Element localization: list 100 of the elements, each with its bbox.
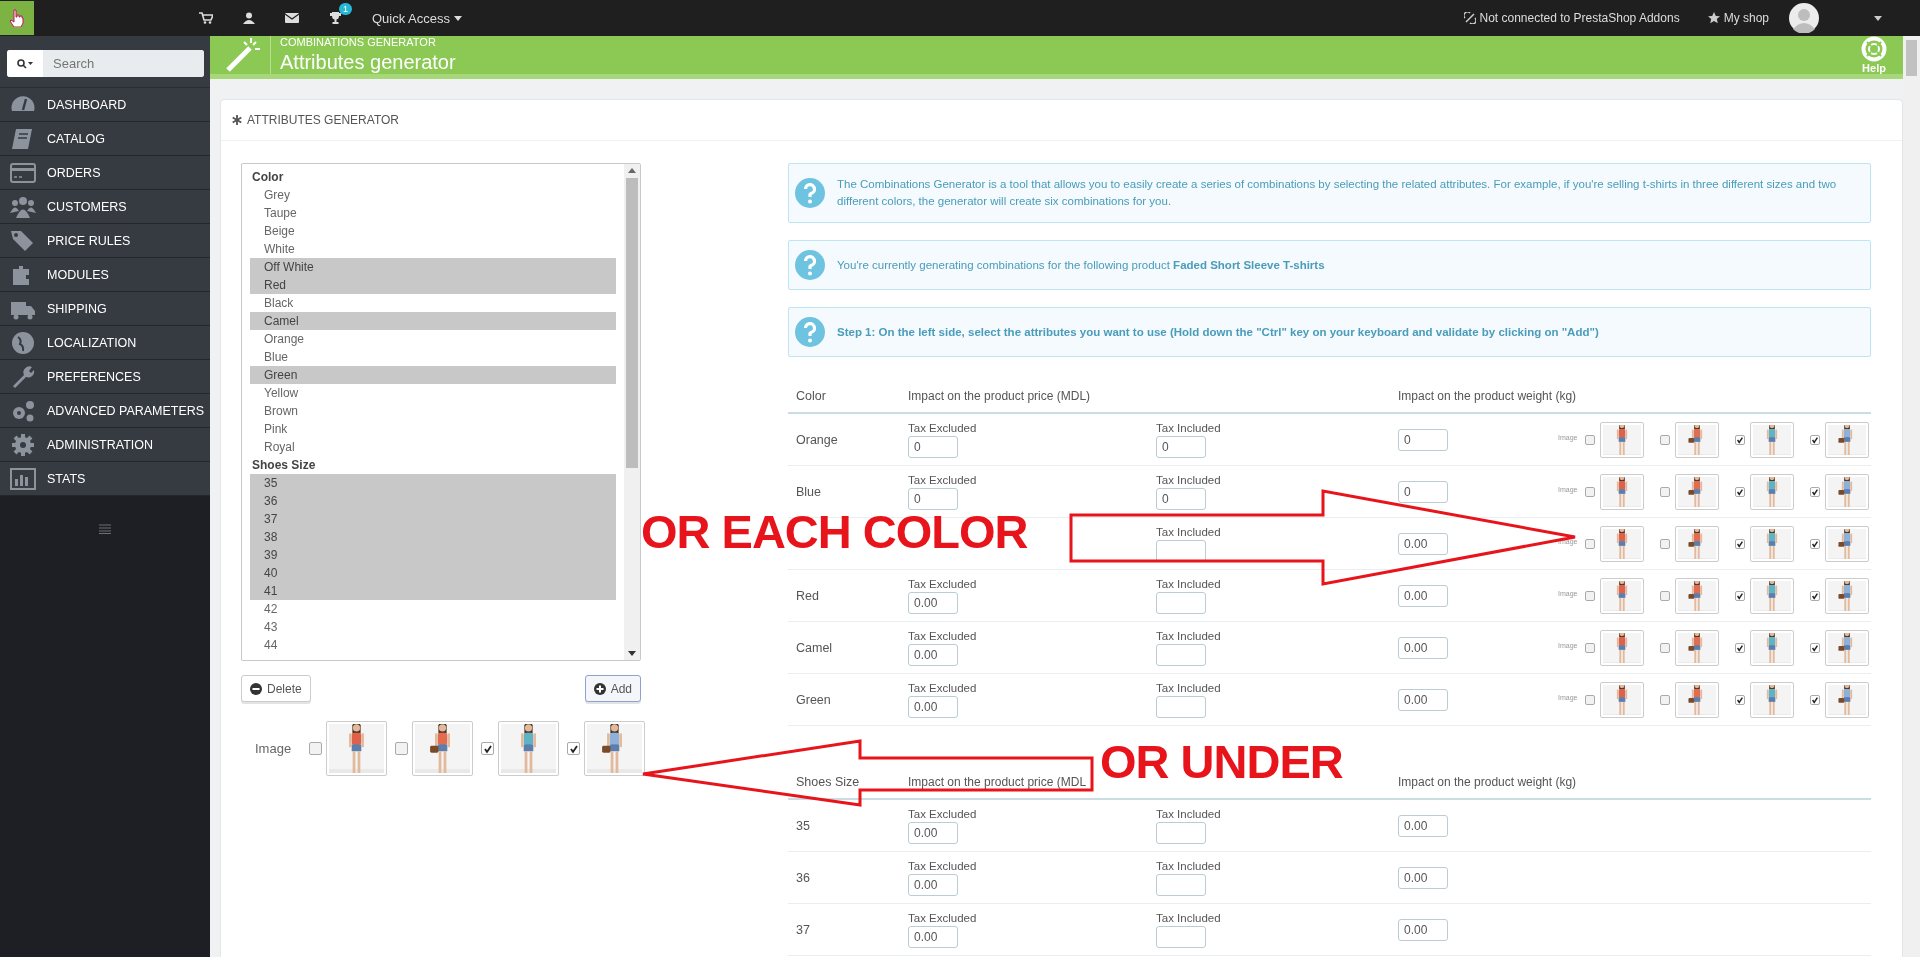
search-icon[interactable]: [7, 50, 43, 77]
menu-item[interactable]: SHIPPING: [0, 292, 210, 326]
text-field[interactable]: 0: [1398, 428, 1448, 451]
checkbox[interactable]: [1660, 642, 1671, 653]
trophy-icon[interactable]: [329, 11, 342, 25]
text-field[interactable]: 0.00: [1398, 814, 1448, 837]
list-option[interactable]: Blue: [250, 348, 616, 366]
list-option[interactable]: Red: [250, 276, 616, 294]
text-field[interactable]: [1156, 925, 1206, 948]
list-option[interactable]: 41: [250, 582, 616, 600]
text-field[interactable]: [1156, 591, 1206, 614]
text-field[interactable]: [1156, 539, 1206, 562]
checkbox[interactable]: [1660, 590, 1671, 601]
text-field[interactable]: 0.00: [1398, 532, 1448, 555]
checkbox[interactable]: [1810, 486, 1821, 497]
avatar-icon[interactable]: [1789, 3, 1819, 33]
checkbox[interactable]: [1810, 434, 1821, 445]
menu-item[interactable]: LOCALIZATION: [0, 326, 210, 360]
checkbox[interactable]: [1585, 434, 1596, 445]
text-field[interactable]: 0.00: [1398, 584, 1448, 607]
text-field[interactable]: [1156, 821, 1206, 844]
list-option[interactable]: Black: [250, 294, 616, 312]
text-field[interactable]: [1156, 873, 1206, 896]
checkbox[interactable]: [1810, 590, 1821, 601]
menu-item[interactable]: ADVANCED PARAMETERS: [0, 394, 210, 428]
add-button[interactable]: Add: [584, 675, 641, 702]
list-option[interactable]: 37: [250, 510, 616, 528]
list-option[interactable]: White: [250, 240, 616, 258]
checkbox[interactable]: [1660, 486, 1671, 497]
checkbox[interactable]: [1735, 694, 1746, 705]
list-option[interactable]: Brown: [250, 402, 616, 420]
checkbox[interactable]: [1735, 538, 1746, 549]
menu-item[interactable]: DASHBOARD: [0, 88, 210, 122]
checkbox[interactable]: [1585, 694, 1596, 705]
checkbox[interactable]: [1585, 486, 1596, 497]
checkbox[interactable]: [1660, 538, 1671, 549]
checkbox[interactable]: [1735, 434, 1746, 445]
checkbox[interactable]: [1735, 642, 1746, 653]
text-field[interactable]: 0.00: [1398, 866, 1448, 889]
list-option[interactable]: Orange: [250, 330, 616, 348]
list-option[interactable]: Beige: [250, 222, 616, 240]
text-field[interactable]: 0.00: [908, 821, 958, 844]
checkbox[interactable]: [1660, 694, 1671, 705]
checkbox[interactable]: [1585, 642, 1596, 653]
text-field[interactable]: 0: [1156, 487, 1206, 510]
scroll-down-icon[interactable]: [628, 651, 636, 656]
text-field[interactable]: 0.00: [908, 643, 958, 666]
menu-item[interactable]: CUSTOMERS: [0, 190, 210, 224]
user-icon[interactable]: [243, 12, 255, 24]
checkbox[interactable]: [395, 742, 409, 755]
list-option[interactable]: Camel: [250, 312, 616, 330]
text-field[interactable]: 0.00: [1398, 688, 1448, 711]
text-field[interactable]: 0: [1156, 435, 1206, 458]
text-field[interactable]: 0.00: [908, 695, 958, 718]
list-option[interactable]: 43: [250, 618, 616, 636]
text-field[interactable]: 0: [1398, 480, 1448, 503]
list-option[interactable]: 39: [250, 546, 616, 564]
menu-item[interactable]: MODULES: [0, 258, 210, 292]
list-option[interactable]: 42: [250, 600, 616, 618]
checkbox[interactable]: [1810, 694, 1821, 705]
list-option[interactable]: 36: [250, 492, 616, 510]
quick-access-menu[interactable]: Quick Access: [372, 10, 463, 26]
scroll-up-icon[interactable]: [628, 168, 636, 173]
text-field[interactable]: 0.00: [908, 591, 958, 614]
text-field[interactable]: 0.00: [908, 873, 958, 896]
checkbox[interactable]: [1660, 434, 1671, 445]
checkbox[interactable]: [1735, 486, 1746, 497]
hand-icon[interactable]: [0, 1, 34, 35]
menu-icon[interactable]: [99, 524, 111, 534]
menu-item[interactable]: CATALOG: [0, 122, 210, 156]
list-option[interactable]: Yellow: [250, 384, 616, 402]
text-field[interactable]: 0: [908, 487, 958, 510]
text-field[interactable]: 0.00: [908, 925, 958, 948]
checkbox[interactable]: [567, 742, 581, 755]
envelope-icon[interactable]: [285, 13, 299, 23]
list-option[interactable]: Pink: [250, 420, 616, 438]
list-option[interactable]: Off White: [250, 258, 616, 276]
text-field[interactable]: 0.00: [1398, 918, 1448, 941]
addons-link[interactable]: Not connected to PrestaShop Addons: [1479, 11, 1680, 25]
search-field[interactable]: Search: [7, 50, 204, 77]
my-shop-link[interactable]: My shop: [1723, 11, 1769, 25]
checkbox[interactable]: [1735, 590, 1746, 601]
list-option[interactable]: Royal: [250, 438, 616, 456]
menu-item[interactable]: PRICE RULES: [0, 224, 210, 258]
text-field[interactable]: [1156, 643, 1206, 666]
list-option[interactable]: 35: [250, 474, 616, 492]
list-option[interactable]: Green: [250, 366, 616, 384]
menu-item[interactable]: STATS: [0, 462, 210, 496]
menu-item[interactable]: PREFERENCES: [0, 360, 210, 394]
menu-item[interactable]: ORDERS: [0, 156, 210, 190]
delete-button[interactable]: Delete: [241, 675, 311, 702]
text-field[interactable]: 0: [908, 435, 958, 458]
cart-icon[interactable]: [199, 12, 213, 24]
caret-icon[interactable]: [1874, 15, 1882, 21]
text-field[interactable]: 0.00: [1398, 636, 1448, 659]
text-field[interactable]: [1156, 695, 1206, 718]
menu-item[interactable]: ADMINISTRATION: [0, 428, 210, 462]
list-option[interactable]: Taupe: [250, 204, 616, 222]
checkbox[interactable]: [1585, 590, 1596, 601]
list-option[interactable]: 44: [250, 636, 616, 654]
